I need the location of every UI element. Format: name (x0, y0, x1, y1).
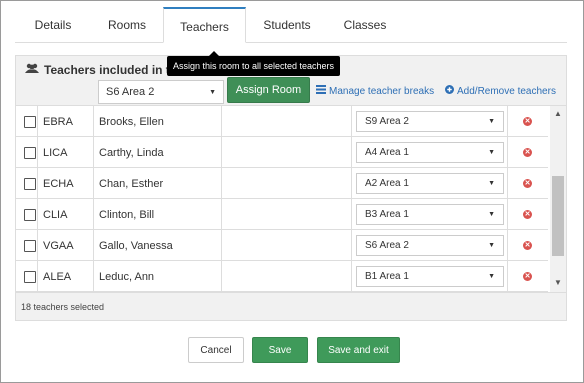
tab-students[interactable]: Students (246, 7, 328, 43)
row-checkbox[interactable] (24, 115, 36, 128)
teacher-room-select[interactable]: A4 Area 1 ▼ (356, 142, 504, 163)
save-and-exit-button[interactable]: Save and exit (317, 337, 400, 363)
teacher-code: VGAA (38, 230, 94, 261)
teacher-code: EBRA (38, 106, 94, 137)
teacher-room-value: B3 Area 1 (365, 209, 409, 220)
teacher-room-value: S9 Area 2 (365, 116, 409, 127)
table-row: EBRA Brooks, Ellen S9 Area 2 ▼ ✕ (16, 106, 548, 137)
teacher-room-value: S6 Area 2 (365, 240, 409, 251)
table-row: CLIA Clinton, Bill B3 Area 1 ▼ ✕ (16, 199, 548, 230)
teacher-name: Carthy, Linda (94, 137, 222, 168)
table-row: ALEA Leduc, Ann B1 Area 1 ▼ ✕ (16, 261, 548, 292)
caret-down-icon: ▼ (209, 88, 216, 96)
teacher-code: ALEA (38, 261, 94, 292)
remove-icon[interactable]: ✕ (523, 179, 532, 188)
manage-teacher-breaks-label: Manage teacher breaks (329, 85, 435, 97)
teacher-room-value: A4 Area 1 (365, 147, 409, 158)
table-row: ECHA Chan, Esther A2 Area 1 ▼ ✕ (16, 168, 548, 199)
assign-room-tooltip: Assign this room to all selected teacher… (167, 56, 340, 76)
caret-down-icon: ▼ (488, 242, 495, 249)
tab-details[interactable]: Details (15, 7, 91, 43)
empty-cell (222, 106, 352, 137)
teacher-name: Gallo, Vanessa (94, 230, 222, 261)
teacher-room-select[interactable]: S6 Area 2 ▼ (356, 235, 504, 256)
table-scrollbar[interactable]: ▲ ▼ (550, 106, 566, 292)
cancel-button[interactable]: Cancel (188, 337, 244, 363)
caret-down-icon: ▼ (488, 211, 495, 218)
remove-icon[interactable]: ✕ (523, 117, 532, 126)
empty-cell (222, 137, 352, 168)
row-checkbox[interactable] (24, 239, 36, 252)
tab-teachers[interactable]: Teachers (163, 7, 246, 43)
row-checkbox[interactable] (24, 270, 36, 283)
tab-classes[interactable]: Classes (328, 7, 402, 43)
teacher-room-value: A2 Area 1 (365, 178, 409, 189)
teacher-name: Brooks, Ellen (94, 106, 222, 137)
add-remove-teachers-label: Add/Remove teachers (457, 85, 556, 97)
plus-circle-icon (445, 85, 454, 97)
assign-room-button[interactable]: Assign Room (227, 77, 310, 103)
room-select-value: S6 Area 2 (106, 86, 155, 98)
teachers-panel: Teachers included in the event S6 Area 2… (15, 55, 567, 321)
empty-cell (222, 199, 352, 230)
caret-down-icon: ▼ (488, 118, 495, 125)
teacher-code: LICA (38, 137, 94, 168)
caret-down-icon: ▼ (488, 273, 495, 280)
table-row: VGAA Gallo, Vanessa S6 Area 2 ▼ ✕ (16, 230, 548, 261)
table-row: LICA Carthy, Linda A4 Area 1 ▼ ✕ (16, 137, 548, 168)
users-icon (25, 63, 39, 77)
scrollbar-thumb[interactable] (552, 176, 564, 256)
teacher-name: Chan, Esther (94, 168, 222, 199)
teacher-room-select[interactable]: B3 Area 1 ▼ (356, 204, 504, 225)
selected-count: 18 teachers selected (16, 292, 566, 320)
remove-icon[interactable]: ✕ (523, 148, 532, 157)
teacher-name: Leduc, Ann (94, 261, 222, 292)
remove-icon[interactable]: ✕ (523, 210, 532, 219)
tab-bar: Details Rooms Teachers Students Classes (15, 7, 567, 43)
chevron-down-icon[interactable]: ▼ (554, 278, 562, 287)
add-remove-teachers-link[interactable]: Add/Remove teachers (445, 85, 556, 97)
row-checkbox[interactable] (24, 146, 36, 159)
save-button[interactable]: Save (252, 337, 308, 363)
caret-down-icon: ▼ (488, 149, 495, 156)
teachers-table: EBRA Brooks, Ellen S9 Area 2 ▼ ✕ LICA Car… (16, 106, 566, 292)
teacher-room-select[interactable]: S9 Area 2 ▼ (356, 111, 504, 132)
tab-rooms[interactable]: Rooms (91, 7, 163, 43)
teacher-code: ECHA (38, 168, 94, 199)
teacher-room-select[interactable]: B1 Area 1 ▼ (356, 266, 504, 287)
row-checkbox[interactable] (24, 177, 36, 190)
room-select[interactable]: S6 Area 2 ▼ (98, 80, 224, 104)
manage-teacher-breaks-link[interactable]: Manage teacher breaks (316, 85, 434, 97)
empty-cell (222, 261, 352, 292)
teacher-room-select[interactable]: A2 Area 1 ▼ (356, 173, 504, 194)
teacher-room-value: B1 Area 1 (365, 271, 409, 282)
list-icon (316, 85, 326, 97)
teacher-code: CLIA (38, 199, 94, 230)
teacher-name: Clinton, Bill (94, 199, 222, 230)
row-checkbox[interactable] (24, 208, 36, 221)
caret-down-icon: ▼ (488, 180, 495, 187)
chevron-up-icon[interactable]: ▲ (554, 109, 562, 118)
dialog: Details Rooms Teachers Students Classes … (0, 0, 584, 383)
remove-icon[interactable]: ✕ (523, 272, 532, 281)
remove-icon[interactable]: ✕ (523, 241, 532, 250)
empty-cell (222, 168, 352, 199)
empty-cell (222, 230, 352, 261)
